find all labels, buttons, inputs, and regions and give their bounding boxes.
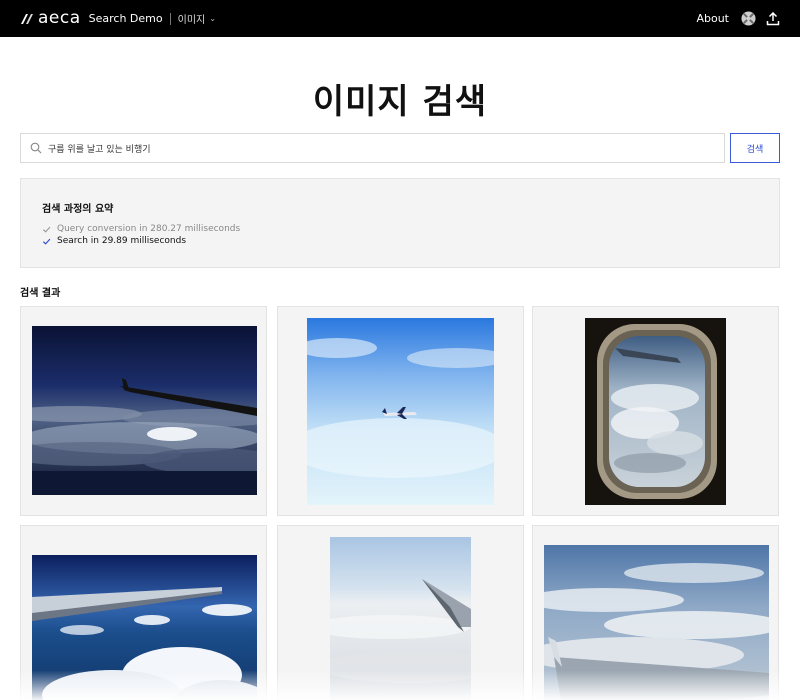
check-icon <box>42 238 51 245</box>
search-button[interactable]: 검색 <box>730 133 780 163</box>
page-title: 이미지 검색 <box>312 82 488 122</box>
header-actions: About <box>696 0 780 37</box>
result-image-wing-over-dark-clouds <box>32 326 257 495</box>
result-card-2[interactable] <box>277 306 524 516</box>
aeca-logo-icon <box>21 13 33 24</box>
product-name: Search Demo <box>88 12 163 25</box>
summary-step-query-conversion: Query conversion in 280.27 milliseconds <box>42 224 240 234</box>
result-image-wing-over-ocean-clouds <box>32 555 257 700</box>
check-icon <box>42 226 51 233</box>
globe-icon[interactable] <box>741 11 756 26</box>
search-box[interactable] <box>20 133 725 163</box>
header-divider <box>169 12 171 25</box>
search-icon <box>30 142 42 154</box>
summary-step-search: Search in 29.89 milliseconds <box>42 236 186 246</box>
result-card-3[interactable] <box>532 306 779 516</box>
brand[interactable]: aeca <box>20 10 81 27</box>
mode-selector[interactable]: 이미지 ⌄ <box>178 11 216 26</box>
summary-title: 검색 과정의 요약 <box>42 204 114 215</box>
top-bar: aeca Search Demo 이미지 ⌄ About <box>0 0 800 37</box>
about-link[interactable]: About <box>696 12 729 25</box>
summary-step-label: Query conversion in 280.27 milliseconds <box>57 224 241 234</box>
result-image-airplane-window-view <box>585 318 726 505</box>
upload-icon[interactable] <box>766 11 780 26</box>
search-summary: 검색 과정의 요약 Query conversion in 280.27 mil… <box>20 178 780 268</box>
results-label: 검색 결과 <box>20 288 61 299</box>
summary-step-label: Search in 29.89 milliseconds <box>57 236 187 246</box>
chevron-down-icon: ⌄ <box>209 14 216 23</box>
result-image-wing-over-cloudscape <box>544 545 769 700</box>
mode-label: 이미지 <box>177 15 206 26</box>
result-card-1[interactable] <box>20 306 267 516</box>
brand-name: aeca <box>38 8 81 28</box>
result-card-4[interactable] <box>20 525 267 700</box>
result-image-wing-above-cloud-layer <box>330 537 471 700</box>
result-card-5[interactable] <box>277 525 524 700</box>
result-card-6[interactable] <box>532 525 779 700</box>
result-image-airplane-in-blue-sky <box>307 318 494 505</box>
search-input[interactable] <box>48 134 724 162</box>
